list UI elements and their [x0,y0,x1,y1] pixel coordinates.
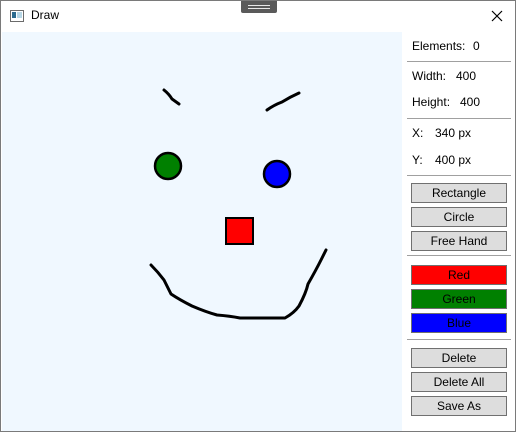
close-icon [491,10,503,22]
green-color-button[interactable]: Green [411,289,507,309]
delete-all-button[interactable]: Delete All [411,372,507,392]
separator [407,118,511,119]
width-value: 400 [456,69,477,83]
x-label: X: [412,126,424,140]
free-hand-button[interactable]: Free Hand [411,231,507,251]
y-label: Y: [412,153,423,167]
circle-button[interactable]: Circle [411,207,507,227]
separator [407,255,511,256]
separator [407,61,511,62]
app-window-icon [10,10,24,22]
canvas-drawing [149,88,328,320]
elements-label: Elements: [412,39,466,53]
red-square [225,217,254,245]
green-circle [153,151,183,181]
width-label: Width: [412,69,447,83]
height-label: Height: [412,95,451,109]
x-value: 340 px [435,126,472,140]
close-button[interactable] [479,1,515,31]
y-value: 400 px [435,153,472,167]
red-color-button[interactable]: Red [411,265,507,285]
window-title: Draw [31,8,60,22]
separator [407,175,511,176]
left-eyebrow [162,88,181,106]
height-value: 400 [460,95,481,109]
drag-grip-icon[interactable] [241,1,277,13]
save-as-button[interactable]: Save As [411,396,507,416]
right-eyebrow [265,91,301,112]
elements-value: 0 [473,39,480,53]
smile [149,248,328,320]
delete-button[interactable]: Delete [411,348,507,368]
drawing-canvas[interactable] [2,32,402,431]
blue-color-button[interactable]: Blue [411,313,507,333]
control-panel: Elements: 0 Width: 400 Height: 400 X: 34… [403,32,514,431]
draw-window: Draw Elements: 0 Width: 400 Height: 400 … [0,0,516,432]
blue-circle [262,159,292,189]
title-bar[interactable]: Draw [1,1,515,31]
separator [407,339,511,340]
rectangle-button[interactable]: Rectangle [411,183,507,203]
